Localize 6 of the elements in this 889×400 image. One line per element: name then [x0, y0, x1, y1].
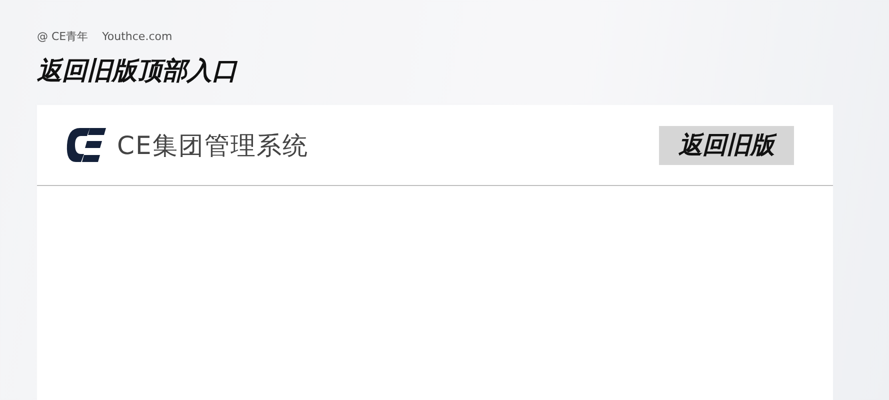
back-to-old-version-button[interactable]: 返回旧版 — [659, 126, 794, 164]
credit-site: Youthce.com — [102, 30, 172, 42]
logo-icon — [66, 126, 106, 164]
slide-heading: 返回旧版顶部入口 — [37, 55, 238, 87]
app-title: CE集团管理系统 — [117, 130, 308, 162]
credit-author: @ CE青年 — [37, 28, 88, 44]
